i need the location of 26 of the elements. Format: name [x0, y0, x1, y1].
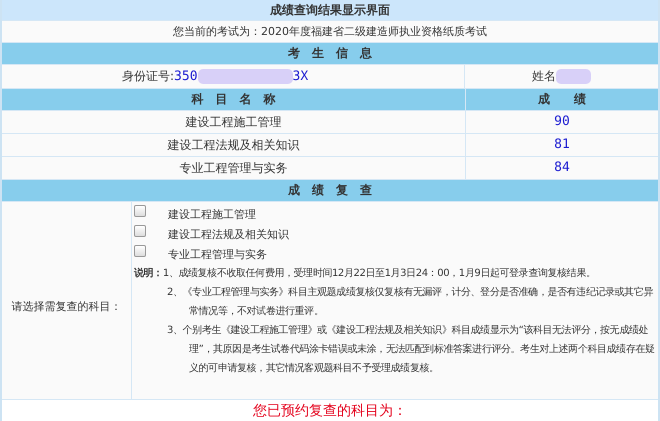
option-label: 建设工程法规及相关知识: [168, 226, 289, 242]
redaction-blur: [556, 69, 591, 84]
subject-cell: 专业工程管理与实务: [2, 157, 466, 179]
score-cell-text: 84: [553, 159, 571, 177]
note-text: 说明：1、成绩复核不收取任何费用，受理时间12月22日至1月3日24：00，1月9日起可登录查询复核结果。: [134, 266, 597, 281]
id-number-end: 3X: [292, 69, 308, 84]
id-label: 身份证号:: [122, 68, 174, 85]
checkbox[interactable]: [134, 245, 146, 257]
subject-cell: 建设工程施工管理: [2, 111, 466, 133]
score-cell-text: 81: [553, 136, 571, 154]
id-number-start: 350: [174, 69, 198, 84]
note-text: 2、《专业工程管理与实务》科目主观题成绩复核仅复核有无漏评，计分、登分是否准确，是否有违纪记录或其它异常情况等，不对试卷进行重评。: [166, 286, 654, 319]
subject-cell: 建设工程法规及相关知识: [2, 134, 466, 156]
checkbox[interactable]: [134, 205, 146, 217]
score-cell-text: 90: [553, 113, 571, 131]
name-label: 姓名: [532, 68, 556, 85]
section-header: 考 生 信 息: [2, 43, 658, 65]
booked-title: 您已预约复查的科目为：: [253, 403, 407, 419]
page-title: 成绩查询结果显示界面: [2, 0, 658, 21]
checkbox[interactable]: [134, 225, 146, 237]
option-label: 建设工程施工管理: [168, 206, 256, 222]
section-header: 成 绩 复 查: [2, 180, 658, 202]
note-text: 3、个别考生《建设工程施工管理》或《建设工程法规及相关知识》科目成绩显示为“该科目无法评分，按无成绩处理”，其原因是考生试卷代码涂卡错误或未涂，无法匹配到标准答案进行评分。考生对上述两个科目成绩存在疑义的可申请复核，其它情况客观题科目不予受理成绩复核。: [166, 324, 656, 376]
option-label: 专业工程管理与实务: [168, 246, 267, 262]
review-label: 请选择需复查的科目：: [12, 299, 122, 314]
exam-info: 您当前的考试为：2020年度福建省二级建造师执业资格纸质考试: [173, 25, 487, 38]
